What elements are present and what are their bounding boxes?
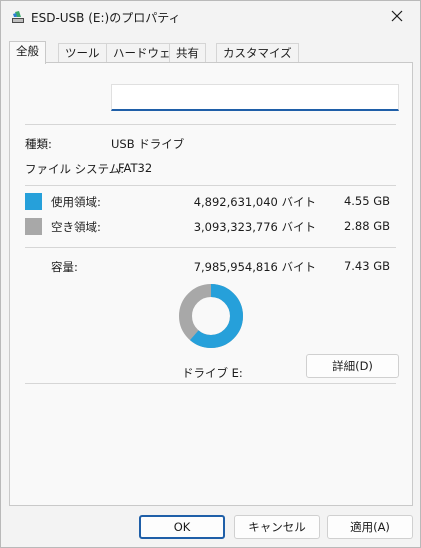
disk-usage-donut — [179, 284, 243, 348]
used-space-label: 使用領域: — [51, 195, 101, 209]
drive-label: ドライブ E: — [182, 366, 243, 380]
tab-customize[interactable]: カスタマイズ — [216, 43, 299, 63]
divider — [25, 124, 396, 125]
window-title: ESD-USB (E:)のプロパティ — [31, 11, 181, 25]
tab-tools[interactable]: ツール — [58, 43, 107, 63]
tab-general[interactable]: 全般 — [9, 41, 46, 64]
general-panel: 種類: USB ドライブ ファイル システム: FAT32 使用領域: 4,89… — [9, 62, 413, 506]
used-space-bytes: 4,892,631,040 バイト — [193, 195, 316, 209]
capacity-size: 7.43 GB — [343, 259, 390, 273]
capacity-bytes: 7,985,954,816 バイト — [193, 260, 316, 274]
details-button[interactable]: 詳細(D) — [306, 354, 399, 378]
free-space-bytes: 3,093,323,776 バイト — [193, 220, 316, 234]
tab-strip: 全般 ツール ハードウェア 共有 カスタマイズ — [9, 41, 413, 64]
divider — [25, 185, 396, 186]
free-space-size: 2.88 GB — [343, 219, 390, 233]
used-space-swatch — [25, 193, 42, 210]
tab-sharing[interactable]: 共有 — [169, 43, 206, 63]
usb-drive-icon — [11, 10, 25, 24]
properties-window: ESD-USB (E:)のプロパティ 全般 ツール ハードウェア 共有 カスタマ… — [0, 0, 421, 548]
divider — [25, 247, 396, 248]
cancel-button[interactable]: キャンセル — [234, 515, 320, 539]
ok-button[interactable]: OK — [139, 515, 225, 539]
close-icon — [391, 10, 403, 25]
free-space-label: 空き領域: — [51, 220, 101, 234]
apply-button[interactable]: 適用(A) — [327, 515, 413, 539]
filesystem-label: ファイル システム: — [25, 162, 125, 176]
title-bar: ESD-USB (E:)のプロパティ — [1, 1, 420, 33]
free-space-swatch — [25, 218, 42, 235]
type-label: 種類: — [25, 137, 52, 151]
filesystem-value: FAT32 — [118, 161, 153, 175]
divider — [25, 383, 396, 384]
volume-name-input[interactable] — [111, 84, 399, 111]
used-space-size: 4.55 GB — [343, 194, 390, 208]
close-button[interactable] — [374, 1, 420, 33]
capacity-label: 容量: — [51, 260, 78, 274]
type-value: USB ドライブ — [111, 137, 185, 151]
